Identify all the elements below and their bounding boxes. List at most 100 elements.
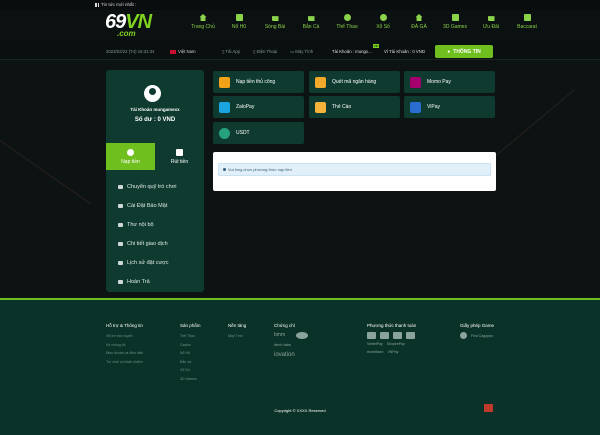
transaction-icon [118,241,123,246]
background-line [489,89,575,161]
qr-icon [315,76,326,88]
nav-item-lottery[interactable]: Xổ Số [365,14,401,30]
background-line [0,140,91,205]
payment-method-usdt[interactable]: USDT [213,122,304,144]
footer-link[interactable]: Xổ Số [180,366,201,375]
payment-label: Nạp tiền thủ công [236,79,276,85]
footer-link[interactable]: Casino [180,341,201,350]
footer-link[interactable]: Về chúng tôi [106,341,143,350]
avatar [144,85,161,102]
speaker-icon [95,2,99,7]
deposit-withdraw-tabs: Nạp tiền Rút tiền [106,143,204,170]
tab-withdraw[interactable]: Rút tiền [155,143,204,170]
withdraw-icon [176,148,183,156]
nav-item-promotions[interactable]: Ưu Đãi [473,14,509,30]
nav-item-baccarat[interactable]: Baccarat [509,14,545,30]
itech-labs-icon [296,332,308,339]
nav-item-casino[interactable]: Sòng Bài [257,14,293,30]
account-name: Tài Khoản mungamexx [130,107,180,112]
info-button-label: THÔNG TIN [453,48,481,55]
nav-label: Baccarat [517,24,537,30]
nav-item-sports[interactable]: Thể Thao [329,14,365,30]
bmm-logo: bmm [274,332,286,338]
menu-item-mail[interactable]: Thư nội bộ [118,215,176,234]
menu-item-bet-history[interactable]: Lịch sử đặt cược [118,253,176,272]
footer-heading: Sản phẩm [180,323,201,328]
computer-link[interactable]: ▭ Máy Tính [290,49,313,55]
footer-link[interactable]: Trò chơi có trách nhiệm [106,358,143,367]
payment-method-scratch-card[interactable]: Thẻ Cào [309,96,400,118]
site-logo[interactable]: 69VN .com [105,12,152,38]
rooster-icon [415,14,423,21]
user-icon: ● [447,48,451,55]
payment-method-zalopay[interactable]: ZaloPay [213,96,304,118]
footer-heading: Giấy phép Game [460,323,495,328]
menu-item-transfer[interactable]: Chuyển quỹ trò chơi [118,177,176,196]
info-icon [223,168,226,171]
language-selector[interactable]: Việt Nam [170,49,196,54]
payment-label: Momo Pay [427,79,451,85]
deposit-icon [127,148,134,156]
vnpay-label: VNPay [387,349,399,354]
app-link[interactable]: ▯ Tải App [222,49,240,55]
account-menu: Chuyển quỹ trò chơi Cài Đặt Bảo Mật Thư … [118,177,176,291]
wallet-balance: Ví Tài Khoản : 0 VND [384,49,426,54]
deposit-panel: Vui lòng chọn phương thức nạp tiền [213,152,496,191]
cards-icon [523,14,531,21]
footer-link[interactable]: Bắn cá [180,358,201,367]
shopeepay-label: ShopeePay [386,342,405,346]
sub-bar: 2023/02/22 (T4) 16:31:34 Việt Nam ▯ Tải … [0,43,600,60]
footer-column-support: Hỗ trợ & Thông tin Hỗ trợ trực tuyến Về … [106,323,143,366]
transfer-icon [118,184,123,189]
nav-label: Thể Thao [336,24,358,30]
payment-method-qr[interactable]: Quét mã ngân hàng [309,71,400,93]
tab-deposit[interactable]: Nạp tiền [106,143,155,170]
footer-link[interactable]: Thể Thao [180,332,201,341]
iovation-logo: iovation [274,352,295,358]
menu-label: Hoàn Trả [127,278,150,285]
announcement-label: Tin tức mới nhất : [101,2,137,7]
nav-item-slots[interactable]: Nổ Hũ [221,14,257,30]
payment-method-manual[interactable]: Nạp tiền thủ công [213,71,304,93]
gift-icon [487,16,495,21]
nav-label: Nổ Hũ [231,24,247,30]
security-icon [118,203,123,208]
nav-item-home[interactable]: Trang Chủ [185,14,221,30]
footer-link[interactable]: Nổ Hũ [180,349,201,358]
slot-icon [235,14,243,21]
account-name: Tài Khoản : mungx... [332,49,372,54]
main-nav: Trang Chủ Nổ Hũ Sòng Bài Bắn Cá Thể Thao… [185,14,545,30]
nav-label: Ưu Đãi [483,24,499,30]
nav-item-cockfight[interactable]: ĐÁ GÀ [401,14,437,30]
game-icon [451,14,459,21]
footer-heading: Phương thức thanh toán [367,323,417,328]
viettelpay-icon [367,332,376,339]
menu-item-rebate[interactable]: Hoàn Trả [118,272,176,291]
footer-heading: Chứng chỉ [274,323,295,328]
phone-link[interactable]: ▯ Điện Thoại [253,49,277,55]
footer-link[interactable]: Hỗ trợ trực tuyến [106,332,143,341]
top-bar: Tin tức mới nhất : [0,0,600,10]
payment-method-momo[interactable]: Momo Pay [404,71,495,93]
menu-item-security[interactable]: Cài Đặt Bảo Mật [118,196,176,215]
viettelpay-label: ViettelPay [367,342,383,346]
copyright: Copyright © XXXX Reserved [274,408,326,413]
menu-item-transactions[interactable]: Chi tiết giao dịch [118,234,176,253]
momo-icon [410,76,421,88]
lottery-icon [379,14,387,21]
fish-icon [307,16,315,21]
nav-item-fish[interactable]: Bắn Cá [293,14,329,30]
footer-link[interactable]: Điều khoản và điều kiện [106,349,143,358]
nav-item-3d-games[interactable]: 3D Games [437,14,473,30]
footer-link[interactable]: 3D Games [180,375,201,384]
license-seal-icon [460,332,467,339]
vietnam-flag-icon [170,49,176,54]
footer-link[interactable]: Máy Tính [228,332,246,341]
logo-sub: .com [117,29,136,38]
vnpay-icon [380,332,389,339]
payment-label: Quét mã ngân hàng [332,79,377,85]
menu-label: Chuyển quỹ trò chơi [127,183,177,190]
tab-label: Nạp tiền [121,158,140,165]
payment-method-vipay[interactable]: ViPay [404,96,495,118]
info-button[interactable]: ● THÔNG TIN [435,45,493,58]
